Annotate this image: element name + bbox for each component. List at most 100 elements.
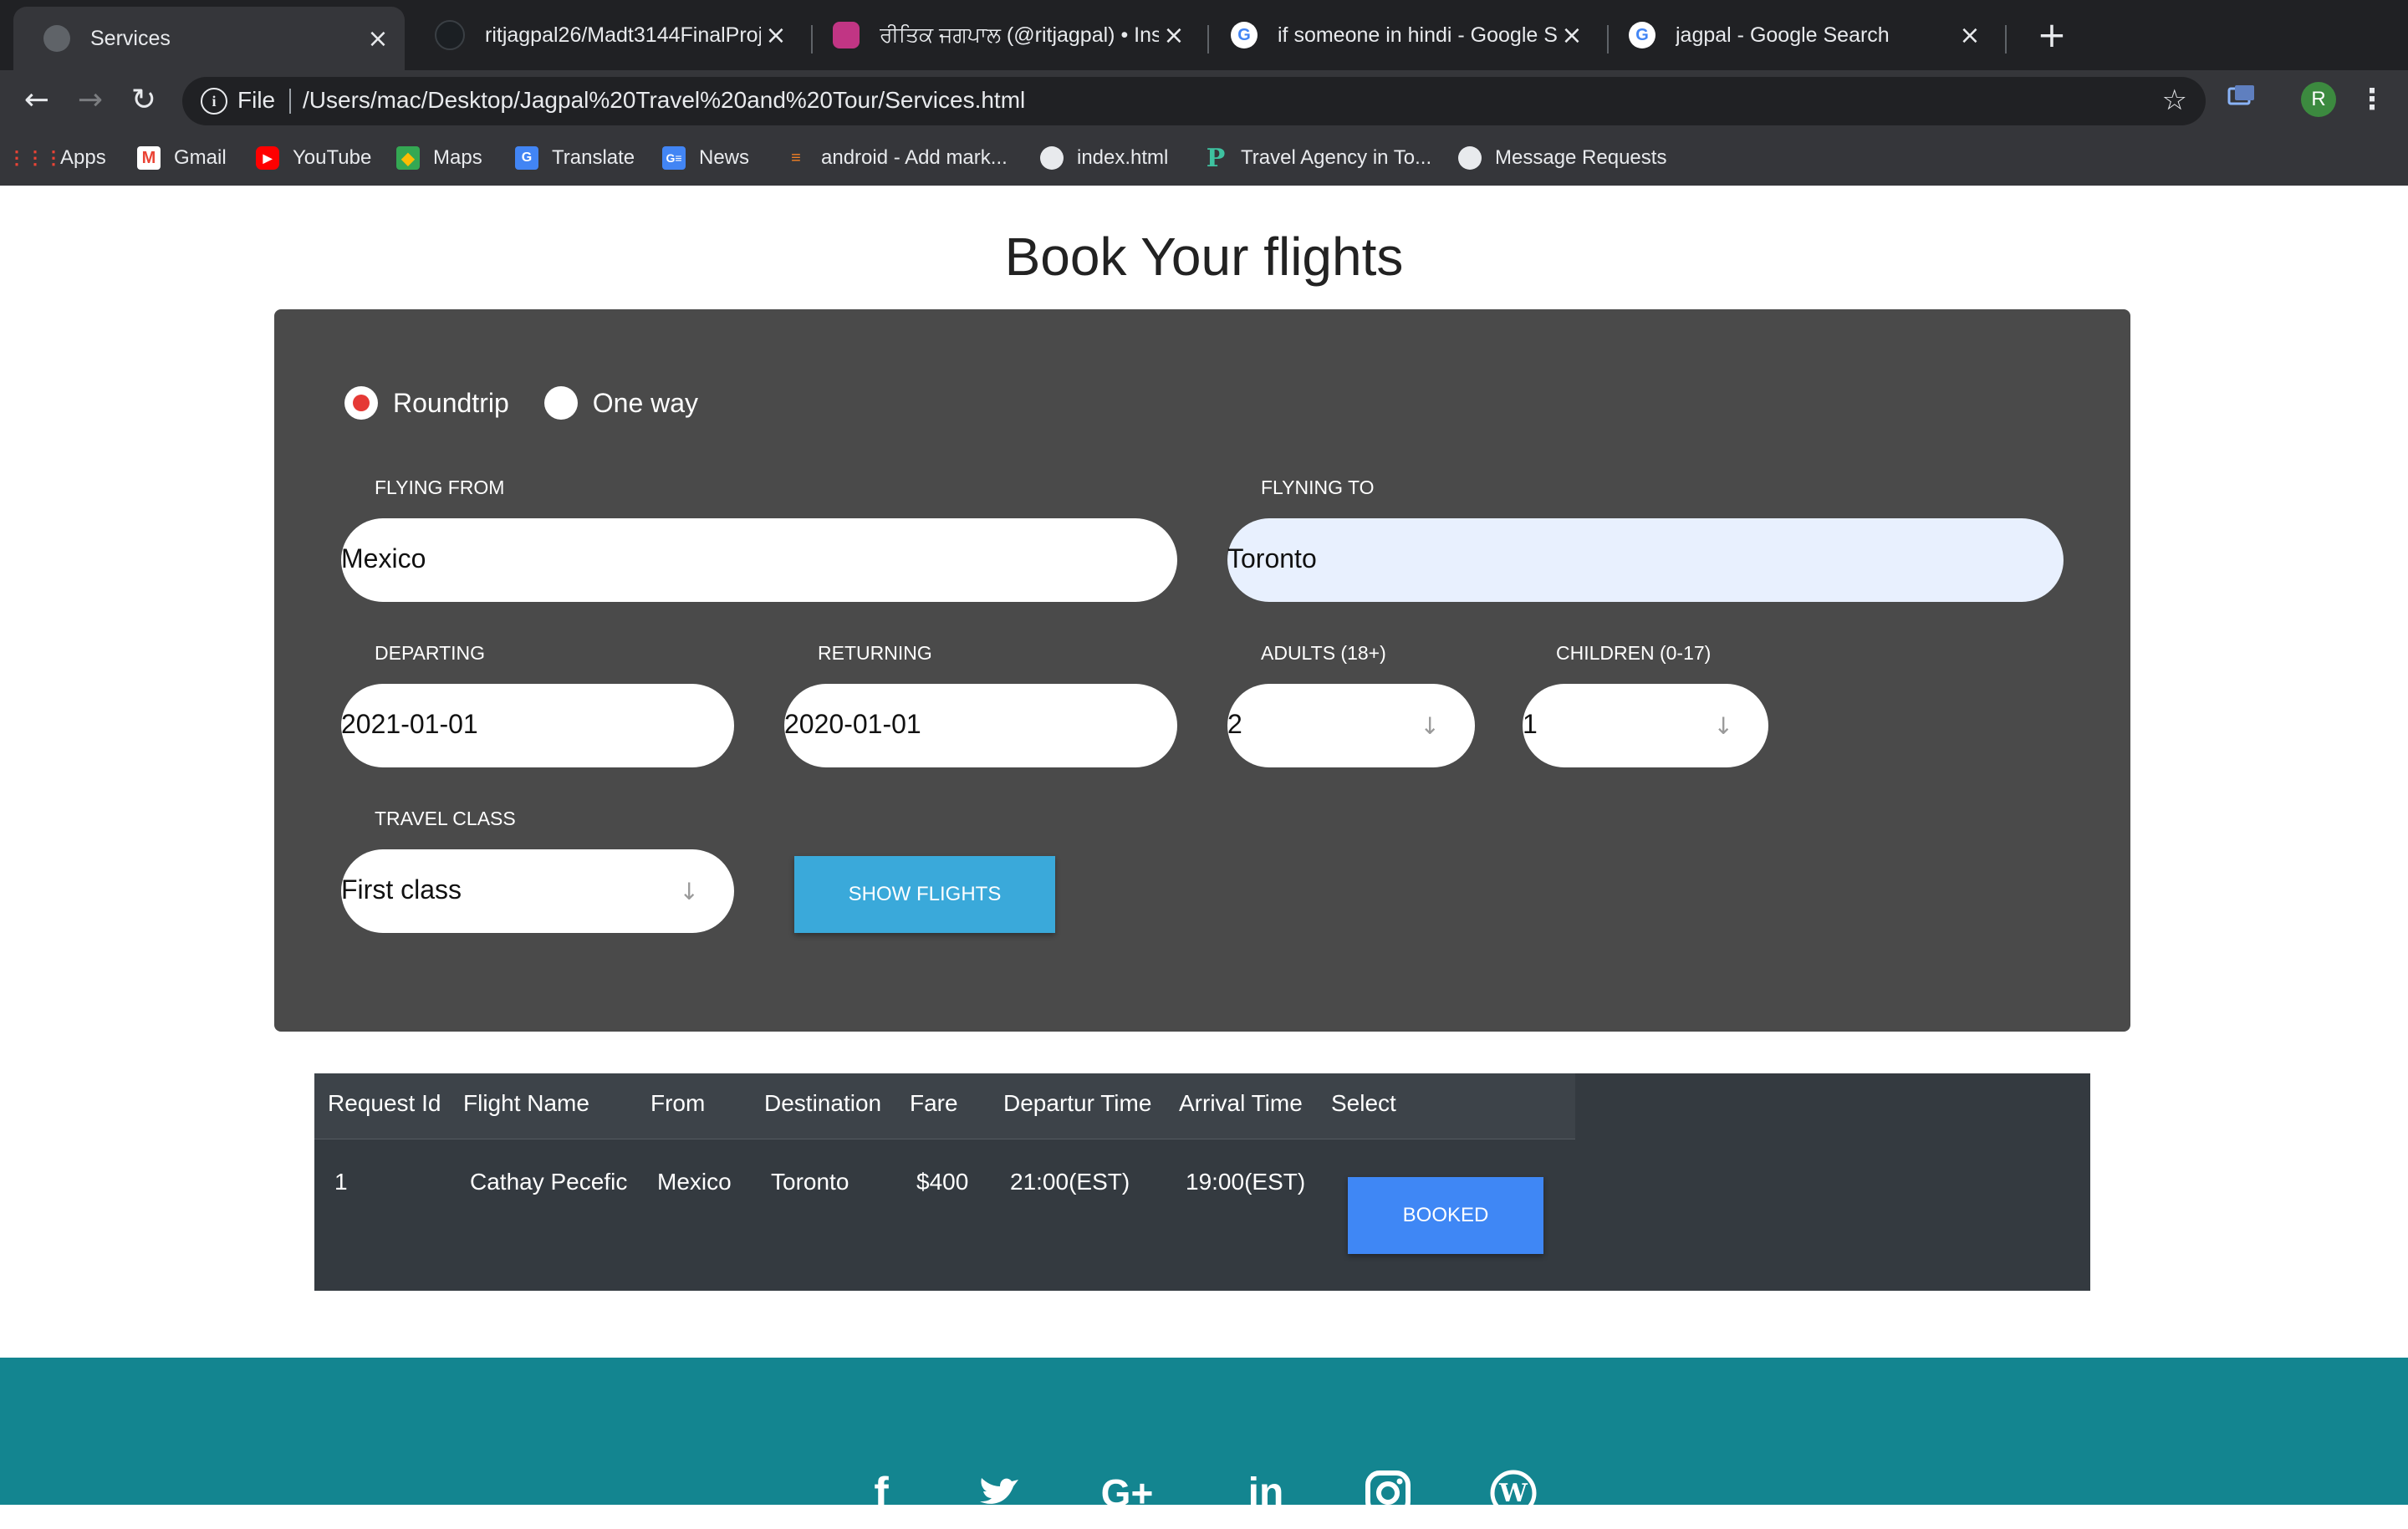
bookmark-translate[interactable]: G Translate (515, 139, 635, 177)
returning-date-input[interactable]: 2020-01-01 (784, 684, 1177, 767)
bookmark-maps[interactable]: ◆ Maps (396, 139, 482, 177)
cast-extension-icon[interactable] (2227, 84, 2256, 107)
maps-icon: ◆ (396, 146, 420, 170)
linkedin-icon[interactable]: in (1241, 1468, 1291, 1518)
close-icon[interactable]: × (1955, 21, 1985, 50)
column-header: Select (1331, 1090, 1396, 1116)
globe-icon (43, 25, 70, 52)
address-scheme: File (237, 87, 276, 113)
menu-dots-icon[interactable]: ⋮ (2358, 80, 2386, 119)
cell-destination: Toronto (771, 1169, 849, 1195)
flight-booking-form: Roundtrip One way FLYING FROM Mexico FLY… (274, 309, 2130, 1032)
bookmark-message-requests[interactable]: Message Requests (1458, 139, 1666, 177)
adults-select[interactable]: 2 ↓ (1227, 684, 1475, 767)
travel-class-select[interactable]: First class ↓ (341, 849, 734, 933)
tab-title: Services (90, 26, 171, 50)
flying-from-value: Mexico (341, 543, 426, 573)
new-tab-button[interactable]: + (2033, 17, 2070, 54)
tab-title: jagpal - Google Search (1676, 23, 1890, 47)
arrow-down-icon: ↓ (679, 878, 699, 905)
tab-title: ritjagpal26/Madt3144FinalProjec (485, 23, 761, 47)
google-plus-icon[interactable]: G+ (1094, 1468, 1161, 1518)
news-icon: G≡ (662, 146, 686, 170)
bookmark-label: Message Requests (1495, 146, 1667, 169)
reload-icon[interactable]: ↻ (125, 82, 162, 119)
children-label: CHILDREN (0-17) (1556, 642, 1712, 664)
address-bar[interactable]: i File /Users/mac/Desktop/Jagpal%20Trave… (182, 77, 2206, 125)
flying-from-label: FLYING FROM (375, 477, 505, 498)
google-icon: G (1231, 22, 1258, 48)
bookmark-label: Maps (433, 146, 482, 169)
roundtrip-label[interactable]: Roundtrip (393, 388, 509, 419)
globe-icon (1040, 146, 1064, 170)
one-way-radio[interactable] (543, 386, 578, 420)
tab-google-jagpal[interactable]: G jagpal - Google Search × (1599, 0, 1997, 70)
travel-class-value: First class (341, 874, 462, 905)
cell-departure-time: 21:00(EST) (1010, 1169, 1130, 1195)
column-header: Destination (764, 1090, 882, 1116)
instagram-icon (833, 22, 860, 48)
twitter-icon[interactable] (975, 1468, 1025, 1518)
cell-fare: $400 (916, 1169, 969, 1195)
bookmark-youtube[interactable]: ▶ YouTube (256, 139, 371, 177)
wordpress-icon[interactable]: W (1488, 1468, 1538, 1518)
instagram-icon[interactable] (1363, 1468, 1413, 1518)
bookmark-index[interactable]: index.html (1040, 139, 1168, 177)
bookmark-label: Translate (552, 146, 635, 169)
profile-avatar[interactable]: R (2301, 82, 2336, 117)
one-way-label[interactable]: One way (593, 388, 698, 419)
bookmark-label: Travel Agency in To... (1241, 146, 1432, 169)
booked-button[interactable]: BOOKED (1348, 1177, 1543, 1254)
flying-to-value: Toronto (1227, 543, 1317, 573)
apps-grid-icon: ⋮⋮⋮ (8, 147, 63, 168)
bookmark-label: News (699, 146, 750, 169)
departing-date-input[interactable]: 2021-01-01 (341, 684, 734, 767)
column-header: From (650, 1090, 706, 1116)
bookmark-apps[interactable]: ⋮⋮⋮ Apps (8, 139, 106, 177)
tab-google-hindi[interactable]: G if someone in hindi - Google Sea × (1201, 0, 1599, 70)
travel-class-label: TRAVEL CLASS (375, 808, 516, 829)
bookmark-label: Apps (60, 146, 106, 169)
back-icon[interactable]: ← (18, 82, 55, 119)
address-url[interactable]: /Users/mac/Desktop/Jagpal%20Travel%20and… (303, 87, 1025, 114)
forward-icon[interactable]: → (72, 82, 109, 119)
bookmark-news[interactable]: G≡ News (662, 139, 749, 177)
children-select[interactable]: 1 ↓ (1523, 684, 1768, 767)
translate-icon: G (515, 146, 538, 170)
tab-instagram[interactable]: ਰੀਤਿਕ ਜਗਪਾਲ (@ritjagpal) • Instagr × (803, 0, 1201, 70)
cell-request-id: 1 (334, 1169, 348, 1195)
close-icon[interactable]: × (363, 24, 393, 54)
trip-type-group: Roundtrip One way (344, 386, 733, 420)
tab-github[interactable]: ritjagpal26/Madt3144FinalProjec × (405, 0, 803, 70)
github-icon (435, 20, 465, 50)
bookmark-label: Gmail (174, 146, 227, 169)
flying-to-input[interactable]: Toronto (1227, 518, 2064, 602)
bookmark-stackoverflow[interactable]: ≡ android - Add mark... (784, 139, 1008, 177)
column-header: Departur Time (1003, 1090, 1152, 1116)
arrow-down-icon: ↓ (1420, 712, 1440, 740)
facebook-icon[interactable]: f (856, 1468, 906, 1518)
returning-value: 2020-01-01 (784, 709, 921, 739)
bookmark-star-icon[interactable]: ☆ (2162, 84, 2187, 117)
footer: f G+ in W (0, 1358, 2408, 1517)
column-header: Fare (910, 1090, 958, 1116)
column-header: Arrival Time (1179, 1090, 1303, 1116)
flying-from-input[interactable]: Mexico (341, 518, 1177, 602)
bookmark-gmail[interactable]: M Gmail (137, 139, 227, 177)
show-flights-button[interactable]: SHOW FLIGHTS (794, 856, 1055, 933)
tab-title: ਰੀਤਿਕ ਜਗਪਾਲ (@ritjagpal) • Instagr (880, 23, 1159, 47)
tab-title: if someone in hindi - Google Sea (1278, 23, 1557, 47)
address-divider (289, 89, 291, 114)
cell-arrival-time: 19:00(EST) (1186, 1169, 1306, 1195)
bookmark-label: index.html (1077, 146, 1169, 169)
browser-chrome: Services × ritjagpal26/Madt3144FinalProj… (0, 0, 2408, 186)
info-icon[interactable]: i (201, 88, 227, 115)
close-icon[interactable]: × (1557, 21, 1587, 50)
bookmark-travel-agency[interactable]: P Travel Agency in To... (1204, 139, 1431, 177)
close-icon[interactable]: × (761, 21, 791, 50)
roundtrip-radio[interactable] (344, 386, 378, 420)
close-icon[interactable]: × (1159, 21, 1189, 50)
tab-services[interactable]: Services × (13, 7, 405, 70)
bookmarks-bar: ⋮⋮⋮ Apps M Gmail ▶ YouTube ◆ Maps G Tran… (0, 139, 2408, 177)
returning-label: RETURNING (818, 642, 932, 664)
